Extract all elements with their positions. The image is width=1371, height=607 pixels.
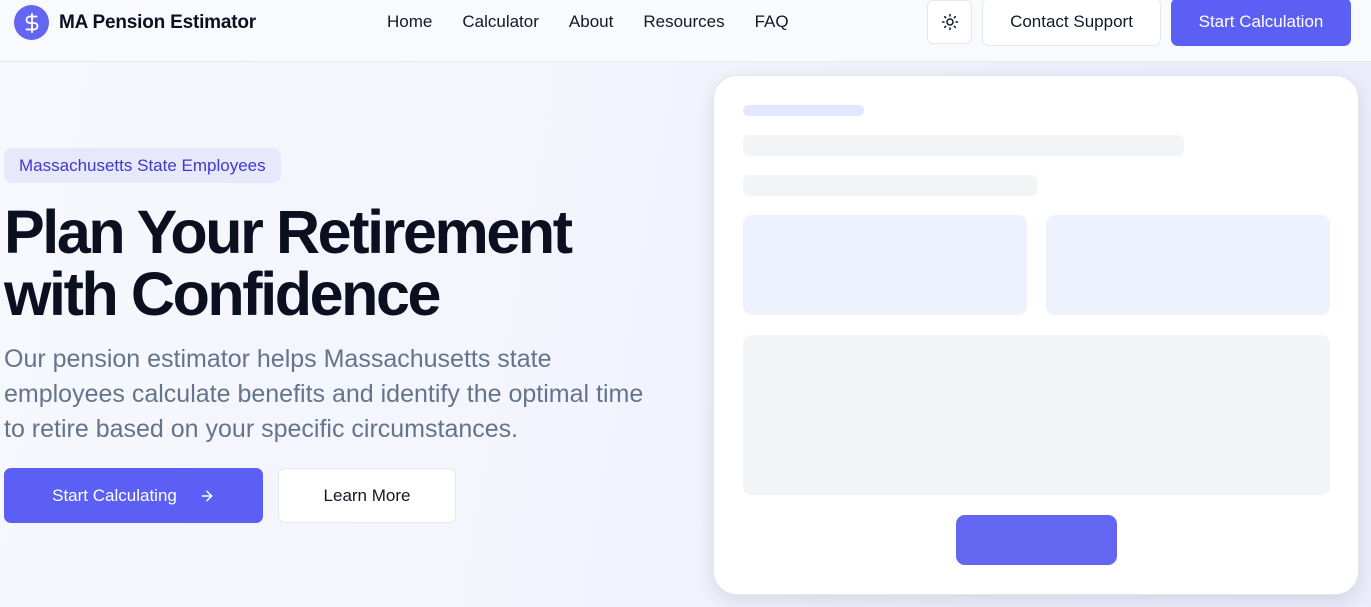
top-navbar: MA Pension Estimator Home Calculator Abo… xyxy=(0,0,1371,62)
theme-toggle-button[interactable] xyxy=(927,0,972,44)
main-nav: Home Calculator About Resources FAQ xyxy=(387,11,819,33)
hero-title-line-1: Plan Your Retirement xyxy=(4,198,573,266)
arrow-right-icon xyxy=(199,488,215,504)
start-calculating-button[interactable]: Start Calculating xyxy=(4,468,263,523)
start-calculating-label: Start Calculating xyxy=(52,485,177,505)
skeleton-stat-box-left xyxy=(743,215,1027,315)
nav-item-home[interactable]: Home xyxy=(387,11,432,33)
skeleton-stat-box-right xyxy=(1046,215,1330,315)
hero-title-line-2: with Confidence xyxy=(4,260,441,328)
nav-item-calculator[interactable]: Calculator xyxy=(462,11,539,33)
skeleton-label xyxy=(743,105,864,116)
brand-name: MA Pension Estimator xyxy=(59,11,256,33)
start-calculation-button[interactable]: Start Calculation xyxy=(1171,0,1351,46)
skeleton-title-line xyxy=(743,135,1184,156)
sun-icon xyxy=(941,13,959,31)
hero-description: Our pension estimator helps Massachusett… xyxy=(4,345,644,443)
nav-item-resources[interactable]: Resources xyxy=(643,11,724,33)
nav-item-about[interactable]: About xyxy=(569,11,613,33)
skeleton-subtitle-line xyxy=(743,175,1037,196)
dollar-sign-icon xyxy=(14,5,49,40)
hero-title: Plan Your Retirement with Confidence xyxy=(4,201,644,325)
skeleton-button xyxy=(956,515,1117,565)
learn-more-button[interactable]: Learn More xyxy=(278,468,456,523)
audience-badge: Massachusetts State Employees xyxy=(4,148,281,183)
brand[interactable]: MA Pension Estimator xyxy=(14,5,256,40)
calculator-preview-card xyxy=(713,75,1359,595)
skeleton-chart-area xyxy=(743,335,1330,495)
contact-support-button[interactable]: Contact Support xyxy=(982,0,1161,46)
nav-item-faq[interactable]: FAQ xyxy=(755,11,789,33)
